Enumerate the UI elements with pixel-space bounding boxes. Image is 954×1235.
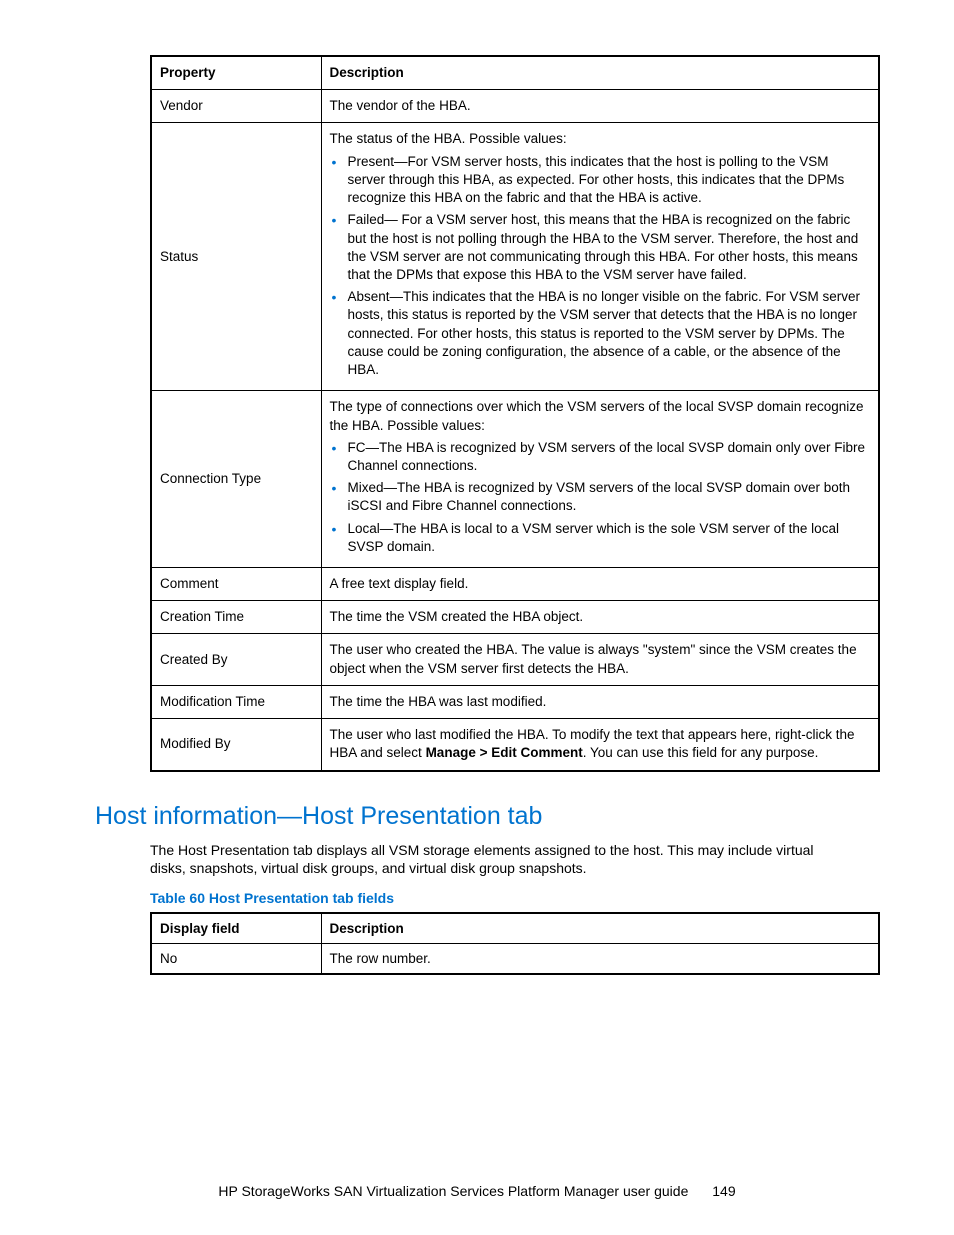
cell-display-field: No bbox=[151, 944, 321, 975]
cell-property: Modified By bbox=[151, 719, 321, 771]
cell-description: The vendor of the HBA. bbox=[321, 90, 879, 123]
cell-property: Modification Time bbox=[151, 685, 321, 718]
col-header-display-field: Display field bbox=[151, 913, 321, 944]
table-row: Vendor The vendor of the HBA. bbox=[151, 90, 879, 123]
cell-property: Creation Time bbox=[151, 601, 321, 634]
table-caption: Table 60 Host Presentation tab fields bbox=[150, 890, 844, 906]
table-header-row: Property Description bbox=[151, 56, 879, 90]
cell-description: The row number. bbox=[321, 944, 879, 975]
table-row: Modification Time The time the HBA was l… bbox=[151, 685, 879, 718]
footer-title: HP StorageWorks SAN Virtualization Servi… bbox=[218, 1183, 688, 1199]
cell-property: Connection Type bbox=[151, 391, 321, 568]
section-heading: Host information—Host Presentation tab bbox=[95, 802, 844, 831]
cell-property: Vendor bbox=[151, 90, 321, 123]
table-row: No The row number. bbox=[151, 944, 879, 975]
list-item: Failed— For a VSM server host, this mean… bbox=[330, 211, 869, 284]
table-row: Modified By The user who last modified t… bbox=[151, 719, 879, 771]
cell-property: Created By bbox=[151, 634, 321, 685]
table-row: Created By The user who created the HBA.… bbox=[151, 634, 879, 685]
cell-property: Status bbox=[151, 123, 321, 391]
col-header-description: Description bbox=[321, 913, 879, 944]
list-item: FC—The HBA is recognized by VSM servers … bbox=[330, 439, 869, 475]
table-row: Creation Time The time the VSM created t… bbox=[151, 601, 879, 634]
desc-intro: The status of the HBA. Possible values: bbox=[330, 130, 869, 148]
cell-description: The user who last modified the HBA. To m… bbox=[321, 719, 879, 771]
cell-description: The time the VSM created the HBA object. bbox=[321, 601, 879, 634]
cell-description: The user who created the HBA. The value … bbox=[321, 634, 879, 685]
desc-bold: Manage > Edit Comment bbox=[426, 745, 583, 760]
table-row: Connection Type The type of connections … bbox=[151, 391, 879, 568]
cell-description: The status of the HBA. Possible values: … bbox=[321, 123, 879, 391]
table-row: Status The status of the HBA. Possible v… bbox=[151, 123, 879, 391]
list-item: Mixed—The HBA is recognized by VSM serve… bbox=[330, 479, 869, 515]
cell-property: Comment bbox=[151, 568, 321, 601]
list-item: Local—The HBA is local to a VSM server w… bbox=[330, 520, 869, 556]
cell-description: A free text display field. bbox=[321, 568, 879, 601]
section-body: The Host Presentation tab displays all V… bbox=[150, 841, 850, 879]
table-row: Comment A free text display field. bbox=[151, 568, 879, 601]
host-presentation-table: Display field Description No The row num… bbox=[150, 912, 880, 975]
col-header-description: Description bbox=[321, 56, 879, 90]
page-footer: HP StorageWorks SAN Virtualization Servi… bbox=[0, 1183, 954, 1199]
property-description-table: Property Description Vendor The vendor o… bbox=[150, 55, 880, 772]
bullet-list: FC—The HBA is recognized by VSM servers … bbox=[330, 439, 869, 556]
col-header-property: Property bbox=[151, 56, 321, 90]
cell-description: The time the HBA was last modified. bbox=[321, 685, 879, 718]
desc-intro: The type of connections over which the V… bbox=[330, 398, 869, 434]
list-item: Present—For VSM server hosts, this indic… bbox=[330, 153, 869, 208]
cell-description: The type of connections over which the V… bbox=[321, 391, 879, 568]
footer-page-number: 149 bbox=[712, 1183, 735, 1199]
desc-post: . You can use this field for any purpose… bbox=[583, 745, 819, 760]
bullet-list: Present—For VSM server hosts, this indic… bbox=[330, 153, 869, 380]
table-header-row: Display field Description bbox=[151, 913, 879, 944]
list-item: Absent—This indicates that the HBA is no… bbox=[330, 288, 869, 379]
